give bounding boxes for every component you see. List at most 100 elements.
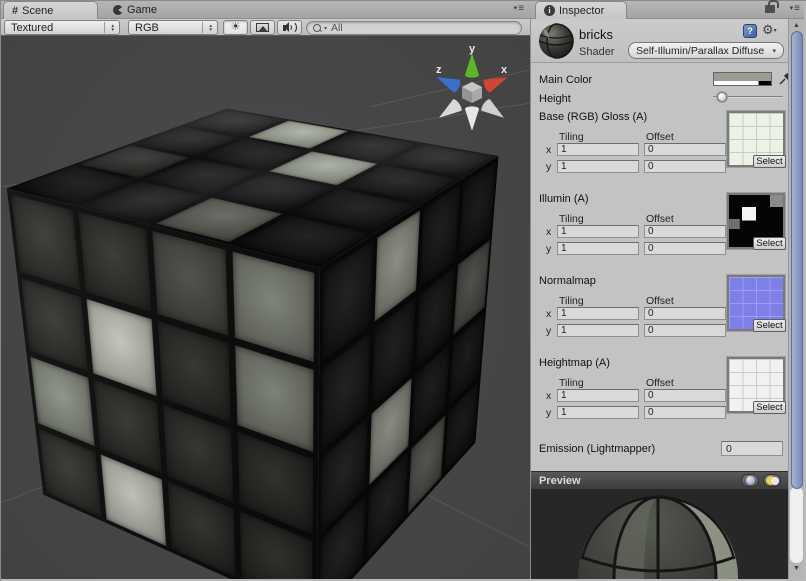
tab-scene-label: Scene: [22, 5, 53, 17]
shader-value: Self-Illumin/Parallax Diffuse: [636, 45, 764, 57]
x-axis-label: x: [546, 308, 551, 320]
pane-menu-lines-icon: ≡: [518, 4, 524, 14]
cube-tile: [152, 231, 228, 335]
slider-thumb[interactable]: [717, 92, 727, 102]
lighting-toggle-button[interactable]: ☀: [223, 20, 248, 35]
y-axis-label: y: [546, 325, 551, 337]
texture-section: Normalmap Tiling Offset x y Select: [531, 273, 789, 355]
texture-sections: Base (RGB) Gloss (A) Tiling Offset x y S…: [531, 109, 789, 437]
texture-select-button[interactable]: Select: [753, 319, 786, 332]
color-mode-dropdown[interactable]: RGB ▲▼: [128, 20, 218, 35]
y-axis-label: y: [546, 161, 551, 173]
main-color-label: Main Color: [539, 74, 592, 86]
tiling-y-field[interactable]: [557, 324, 639, 337]
audio-toggle-button[interactable]: [277, 20, 302, 35]
texture-section-label: Illumin (A): [539, 193, 589, 205]
scroll-up-arrow[interactable]: ▲: [789, 22, 804, 29]
draw-mode-value: Textured: [11, 22, 53, 34]
tab-game[interactable]: Game: [105, 1, 185, 19]
chevron-down-icon: ▾: [772, 47, 776, 55]
help-icon: ?: [747, 26, 753, 36]
offset-y-field[interactable]: [644, 242, 726, 255]
search-value: All: [329, 22, 343, 34]
help-button[interactable]: ?: [743, 24, 757, 38]
tiling-x-field[interactable]: [557, 307, 639, 320]
tiling-x-field[interactable]: [557, 143, 639, 156]
gizmo-z-label: z: [436, 64, 442, 76]
pane-menu-lines-icon: ≡: [794, 4, 800, 14]
inspector-panel: bricks Shader Self-Illumin/Parallax Diff…: [530, 19, 788, 579]
texture-select-button[interactable]: Select: [753, 237, 786, 250]
scene-cube[interactable]: [101, 164, 431, 494]
tiling-y-field[interactable]: [557, 406, 639, 419]
y-axis-cone[interactable]: [465, 53, 479, 78]
shader-dropdown[interactable]: Self-Illumin/Parallax Diffuse ▾: [628, 42, 784, 59]
scrollbar-thumb[interactable]: [791, 31, 803, 489]
material-name: bricks: [579, 27, 613, 42]
texture-section-label: Base (RGB) Gloss (A): [539, 111, 647, 123]
orientation-gizmo[interactable]: y z x: [428, 42, 516, 130]
tiling-header: Tiling: [559, 213, 584, 225]
gizmo-center-cube[interactable]: [462, 82, 482, 103]
tab-scene[interactable]: # Scene: [3, 1, 98, 19]
offset-x-field[interactable]: [644, 307, 726, 320]
emission-label: Emission (Lightmapper): [539, 443, 655, 455]
alpha-bar: [714, 81, 771, 85]
skybox-toggle-button[interactable]: [250, 20, 275, 35]
preview-bar[interactable]: Preview: [531, 471, 789, 489]
cube-tile: [78, 212, 150, 312]
settings-button[interactable]: ⚙▾: [762, 22, 777, 38]
gear-icon: ⚙: [762, 22, 774, 37]
offset-header: Offset: [646, 377, 674, 389]
texture-section-label: Heightmap (A): [539, 357, 610, 369]
tiling-y-field[interactable]: [557, 160, 639, 173]
draw-mode-dropdown[interactable]: Textured ▲▼: [4, 20, 120, 35]
texture-select-button[interactable]: Select: [753, 155, 786, 168]
game-icon: [113, 5, 123, 15]
inspector-pane-menu[interactable]: ▾ ≡: [790, 4, 800, 14]
lights-icon: [766, 476, 779, 485]
x-axis-label: x: [546, 144, 551, 156]
search-icon: [313, 24, 322, 33]
texture-section: Illumin (A) Tiling Offset x y Select: [531, 191, 789, 273]
scene-viewport[interactable]: y z x: [1, 36, 530, 579]
preview-sphere-button[interactable]: [741, 474, 759, 487]
tab-game-label: Game: [127, 4, 157, 16]
scroll-down-arrow[interactable]: ▼: [789, 565, 804, 572]
scene-search-field[interactable]: ▾ All: [306, 21, 522, 35]
offset-x-field[interactable]: [644, 143, 726, 156]
image-icon: [256, 23, 269, 32]
tiling-x-field[interactable]: [557, 389, 639, 402]
tiling-y-field[interactable]: [557, 242, 639, 255]
preview-lighting-button[interactable]: [763, 474, 781, 487]
scene-pane-menu[interactable]: ▾ ≡: [514, 4, 524, 14]
inspector-scrollbar[interactable]: ▲ ▼: [788, 19, 804, 579]
neg-axis-cone[interactable]: [480, 98, 508, 124]
offset-x-field[interactable]: [644, 225, 726, 238]
offset-x-field[interactable]: [644, 389, 726, 402]
height-slider[interactable]: [713, 91, 783, 103]
scrollbar-track[interactable]: [790, 487, 803, 563]
tab-inspector[interactable]: i Inspector: [535, 1, 627, 19]
inspector-tabstrip: i Inspector ▾ ≡: [530, 1, 806, 19]
offset-header: Offset: [646, 213, 674, 225]
neg-axis-cone[interactable]: [465, 106, 479, 130]
search-filter-arrow-icon: ▾: [324, 25, 327, 32]
pane-menu-arrow-icon: ▾: [790, 4, 794, 14]
tiling-header: Tiling: [559, 131, 584, 143]
neg-axis-cone[interactable]: [435, 98, 463, 124]
sun-icon: ☀: [231, 22, 241, 33]
material-preview[interactable]: [531, 489, 789, 579]
lock-icon[interactable]: [765, 5, 775, 13]
x-axis-label: x: [546, 226, 551, 238]
texture-select-button[interactable]: Select: [753, 401, 786, 414]
speaker-icon: [283, 22, 297, 33]
tiling-x-field[interactable]: [557, 225, 639, 238]
offset-y-field[interactable]: [644, 160, 726, 173]
height-label: Height: [539, 93, 571, 105]
scene-toolbar: Textured ▲▼ RGB ▲▼ ☀ ▾ All: [1, 19, 530, 36]
emission-field[interactable]: [721, 441, 783, 456]
offset-y-field[interactable]: [644, 406, 726, 419]
offset-y-field[interactable]: [644, 324, 726, 337]
main-color-swatch[interactable]: [713, 72, 772, 86]
